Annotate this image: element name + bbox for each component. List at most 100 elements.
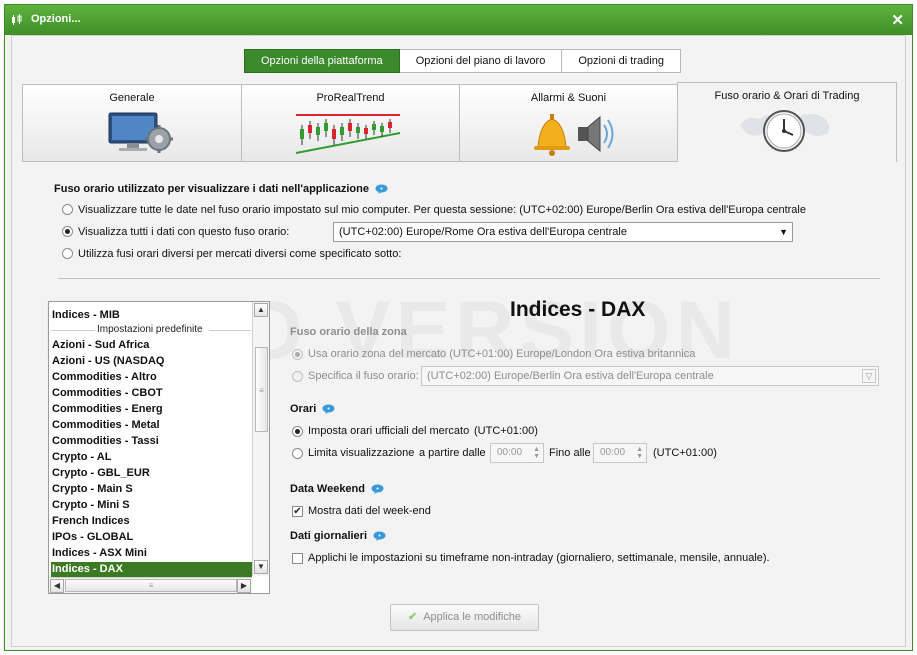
title-bar: Opzioni... ✕	[5, 5, 912, 35]
market-title: Indices - DAX	[510, 298, 646, 321]
list-item[interactable]: Azioni - US (NASDAQ	[51, 354, 252, 369]
daily-section-title: Dati giornalieri	[290, 530, 386, 542]
list-item[interactable]: Crypto - Main S	[51, 482, 252, 497]
to-label: Fino alle	[549, 447, 591, 459]
use-market-zone-label: Usa orario zona del mercato (UTC+01:00) …	[308, 348, 696, 360]
daily-checkbox[interactable]	[292, 553, 303, 564]
tab-platform-options[interactable]: Opzioni della piattaforma	[244, 49, 400, 73]
scroll-down-icon[interactable]: ▼	[254, 560, 268, 574]
dropdown-arrow-icon: ▼	[779, 227, 788, 237]
spinner-arrows-icon[interactable]: ▲ ▼	[533, 446, 540, 460]
checkmark-icon: ✔	[407, 611, 418, 623]
scroll-right-icon[interactable]: ▶	[237, 579, 251, 593]
candlestick-app-icon	[12, 14, 22, 25]
list-item[interactable]: Indices - MIB	[51, 308, 252, 323]
weekend-section-title: Data Weekend	[290, 483, 384, 495]
list-group-default: Impostazioni predefinite	[97, 324, 203, 335]
tab-alarms-label: Allarmi & Suoni	[530, 92, 607, 104]
spinner-arrows-icon[interactable]: ▲ ▼	[636, 446, 643, 460]
vertical-scroll-thumb[interactable]: ≡	[255, 347, 268, 432]
computer-timezone-label: Visualizzare tutte le date nel fuso orar…	[78, 204, 806, 216]
tab-prorealtrend-label: ProRealTrend	[316, 92, 385, 104]
radio-specify-zone[interactable]	[292, 371, 303, 382]
info-bubble-icon[interactable]	[322, 404, 335, 415]
info-bubble-icon[interactable]	[375, 184, 388, 195]
hours-section-title: Orari	[290, 403, 335, 415]
clock-world-icon	[740, 110, 830, 152]
weekend-checkbox[interactable]: ✔	[292, 506, 303, 517]
limit-hours-label: Limita visualizzazione	[308, 447, 415, 459]
tab-alarms-sounds[interactable]: Allarmi & Suoni	[459, 84, 678, 162]
list-item[interactable]: Crypto - GBL_EUR	[51, 466, 252, 481]
list-item[interactable]: Crypto - Mini S	[51, 498, 252, 513]
radio-per-market-timezone[interactable]	[62, 248, 73, 259]
list-item[interactable]: Crypto - AL	[51, 450, 252, 465]
list-item[interactable]: Commodities - Altro	[51, 370, 252, 385]
list-item[interactable]: Azioni - Sud Africa	[51, 338, 252, 353]
list-item[interactable]: Commodities - Tassi	[51, 434, 252, 449]
weekend-section-title-text: Data Weekend	[290, 483, 365, 495]
fixed-timezone-label: Visualizza tutti i dati con questo fuso …	[78, 226, 290, 238]
timezone-dropdown[interactable]: (UTC+02:00) Europe/Rome Ora estiva dell'…	[333, 222, 793, 242]
market-list[interactable]: Indices - MIB Impostazioni predefinite A…	[48, 301, 270, 594]
list-horizontal-scrollbar[interactable]: ◀ ≡ ▶	[49, 577, 252, 593]
per-market-timezone-label: Utilizza fusi orari diversi per mercati …	[78, 248, 402, 260]
timezone-section-title-text: Fuso orario utilizzato per visualizzare …	[54, 183, 369, 195]
to-time-value: 00:00	[600, 447, 626, 458]
radio-limit-hours[interactable]	[292, 448, 303, 459]
hours-section-title-text: Orari	[290, 403, 317, 415]
list-item[interactable]: IPOs - GLOBAL	[51, 530, 252, 545]
tab-workspace-options[interactable]: Opzioni del piano di lavoro	[399, 49, 563, 73]
group-divider	[51, 330, 95, 331]
apply-changes-button[interactable]: ✔ Applica le modifiche	[390, 604, 539, 631]
tab-timezone-hours[interactable]: Fuso orario & Orari di Trading	[677, 82, 897, 162]
tab-prorealtrend[interactable]: ProRealTrend	[241, 84, 460, 162]
list-item[interactable]: French Indices	[51, 514, 252, 529]
daily-section-title-text: Dati giornalieri	[290, 530, 368, 542]
radio-computer-timezone[interactable]	[62, 204, 73, 215]
radio-fixed-timezone[interactable]	[62, 226, 73, 237]
list-item[interactable]: Indices - ASX Mini	[51, 546, 252, 561]
window-title: Opzioni...	[31, 13, 81, 25]
to-time-spinner[interactable]: 00:00 ▲ ▼	[593, 443, 647, 463]
zone-section-title: Fuso orario della zona	[290, 326, 407, 338]
section-divider	[58, 278, 880, 279]
bell-speaker-icon	[534, 114, 614, 156]
specify-zone-dropdown[interactable]: (UTC+02:00) Europe/Berlin Ora estiva del…	[421, 366, 879, 386]
official-hours-tz: (UTC+01:00)	[474, 425, 538, 437]
info-bubble-icon[interactable]	[373, 531, 386, 542]
official-hours-label: Imposta orari ufficiali del mercato	[308, 425, 470, 437]
trend-chart-icon	[295, 114, 401, 154]
group-divider	[209, 330, 251, 331]
limit-hours-tz: (UTC+01:00)	[653, 447, 717, 459]
top-tab-bar: Opzioni della piattaforma Opzioni del pi…	[244, 49, 681, 73]
tab-trading-options[interactable]: Opzioni di trading	[562, 49, 681, 73]
list-item[interactable]: Commodities - Energ	[51, 402, 252, 417]
scroll-left-icon[interactable]: ◀	[50, 579, 64, 593]
tab-timezone-label: Fuso orario & Orari di Trading	[714, 90, 860, 102]
timezone-dropdown-value: (UTC+02:00) Europe/Rome Ora estiva dell'…	[339, 226, 627, 238]
from-label: a partire dalle	[419, 447, 486, 459]
from-time-value: 00:00	[497, 447, 523, 458]
radio-use-market-zone[interactable]	[292, 349, 303, 360]
timezone-section-title: Fuso orario utilizzato per visualizzare …	[54, 183, 388, 195]
from-time-spinner[interactable]: 00:00 ▲ ▼	[490, 443, 544, 463]
dropdown-arrow-icon: ▽	[862, 369, 876, 383]
info-bubble-icon[interactable]	[371, 484, 384, 495]
weekend-checkbox-label: Mostra dati del week-end	[308, 505, 431, 517]
radio-official-hours[interactable]	[292, 426, 303, 437]
monitor-gear-icon	[108, 112, 173, 153]
tab-general-label: Generale	[109, 92, 155, 104]
scroll-up-icon[interactable]: ▲	[254, 303, 268, 317]
options-content: DEMO VERSION Opzioni della piattaforma O…	[11, 35, 906, 647]
horizontal-scroll-thumb[interactable]: ≡	[65, 579, 237, 592]
apply-changes-label: Applica le modifiche	[423, 611, 522, 623]
list-item[interactable]: Commodities - CBOT	[51, 386, 252, 401]
close-icon[interactable]: ✕	[891, 11, 904, 29]
list-item-selected[interactable]: Indices - DAX	[51, 562, 252, 577]
list-vertical-scrollbar[interactable]: ▲ ≡ ▼	[252, 302, 269, 576]
tab-general[interactable]: Generale	[22, 84, 242, 162]
list-item[interactable]: Commodities - Metal	[51, 418, 252, 433]
category-tabs: Generale ProRealTrend Allarmi & Suoni Fu…	[22, 82, 897, 164]
specify-zone-value: (UTC+02:00) Europe/Berlin Ora estiva del…	[427, 370, 714, 382]
